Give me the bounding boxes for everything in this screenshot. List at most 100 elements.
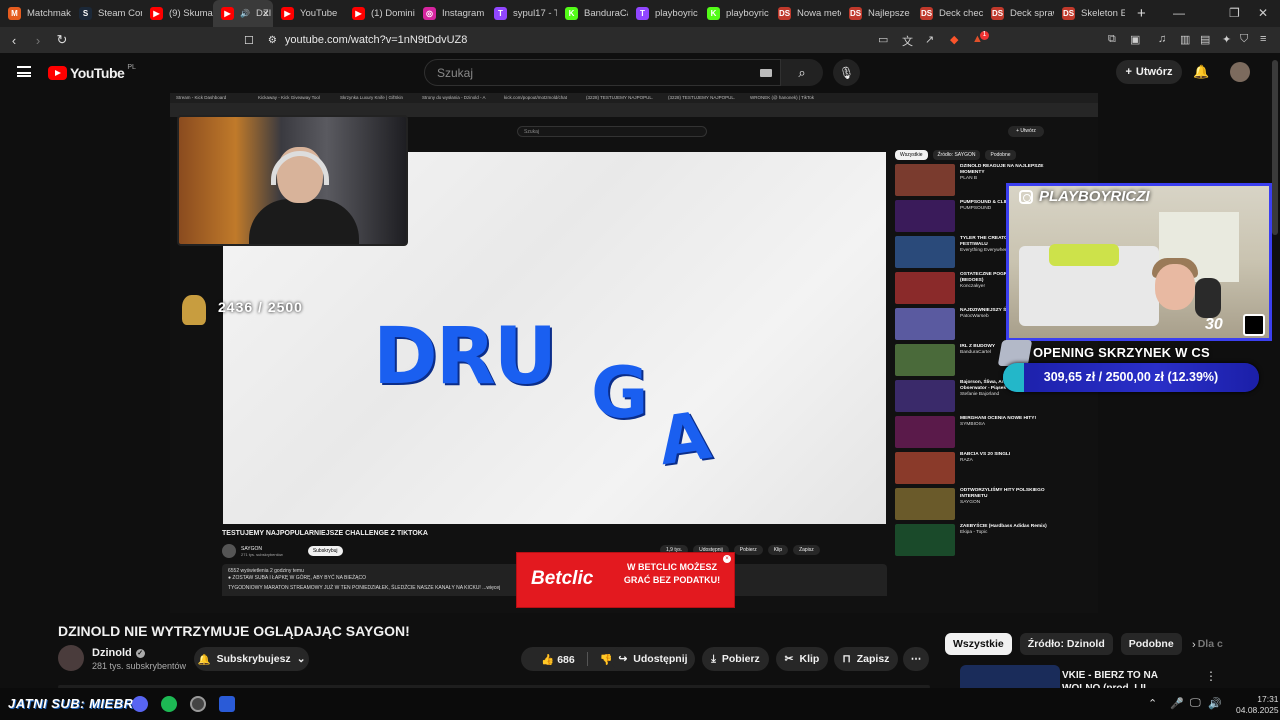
- browser-tab[interactable]: Kplayboyric: [699, 0, 770, 27]
- inner-rec-item: ZAEBYŚCIE (Hardbass Adidas Remix) Ekipa -…: [895, 524, 1095, 556]
- browser-tab[interactable]: ▶ (9) Skuma: [142, 0, 213, 27]
- youtube-logo[interactable]: YouTube PL: [48, 64, 136, 81]
- reload-icon[interactable]: ↻: [52, 32, 72, 48]
- sidebar-chip[interactable]: Wszystkie: [945, 633, 1012, 655]
- channel-avatar[interactable]: [58, 645, 84, 671]
- close-window-icon[interactable]: ✕: [1258, 6, 1268, 20]
- clip-button[interactable]: ✂ Klip: [776, 647, 828, 671]
- keyboard-icon[interactable]: [760, 69, 772, 77]
- video-player[interactable]: Stream - Kick Dashboard Kickaway - Kick G…: [170, 93, 1098, 613]
- account-avatar[interactable]: [1230, 62, 1250, 82]
- browser-tab[interactable]: DS Deck spraw: [983, 0, 1054, 27]
- brave-shield-icon[interactable]: ◆: [950, 33, 958, 46]
- minimize-icon[interactable]: —: [1173, 6, 1185, 20]
- ad-text: W BETCLIC MOŻESZ GRAĆ BEZ PODATKU!: [623, 562, 721, 585]
- betclic-ad-banner[interactable]: Betclic W BETCLIC MOŻESZ GRAĆ BEZ PODATK…: [516, 552, 735, 608]
- new-tab-button[interactable]: +: [1125, 5, 1158, 22]
- create-button[interactable]: + Utwórz: [1116, 60, 1182, 84]
- tab-favicon-icon: DS: [1062, 7, 1075, 20]
- search-input[interactable]: Szukaj: [424, 59, 781, 86]
- vpn-icon[interactable]: ⛉: [1240, 33, 1248, 46]
- discord-icon[interactable]: [132, 696, 148, 712]
- notifications-bell-icon[interactable]: 🔔: [1193, 64, 1209, 80]
- browser-tab[interactable]: S Steam Com: [71, 0, 142, 27]
- sidebar-chip[interactable]: Podobne: [1120, 633, 1182, 655]
- tray-chevron-icon[interactable]: ⌃: [1148, 697, 1157, 710]
- tab-label: BanduraCa: [584, 8, 628, 19]
- video-text-g: G: [591, 352, 649, 434]
- browser-tab[interactable]: DS Deck chec: [912, 0, 983, 27]
- browser-tab[interactable]: ▶ 🔊 DZI ×: [213, 0, 273, 27]
- save-button[interactable]: ⊓ Zapisz: [834, 647, 898, 671]
- hamburger-menu-icon[interactable]: [17, 66, 31, 77]
- tab-close-icon[interactable]: ×: [263, 8, 269, 20]
- app-icon[interactable]: [219, 696, 235, 712]
- tab-favicon-icon: S: [79, 7, 92, 20]
- next-video-menu-icon[interactable]: ⋮: [1205, 669, 1217, 683]
- browser-tab[interactable]: DS Skeleton E: [1054, 0, 1125, 27]
- download-button[interactable]: ⤓ Pobierz: [702, 647, 769, 671]
- subscribed-button[interactable]: 🔔 Subskrybujesz ⌄: [194, 647, 309, 671]
- inner-rec-meta: RAZA: [960, 458, 973, 463]
- extensions-icon[interactable]: ⧉: [1108, 33, 1116, 46]
- obs-icon[interactable]: [190, 696, 206, 712]
- inner-channel-subs: 271 tys. subskrybentów: [241, 551, 283, 557]
- share-icon[interactable]: ↗: [925, 33, 934, 46]
- address-bar[interactable]: ☐ ⚙ youtube.com/watch?v=1nN9tDdvUZ8: [244, 30, 1164, 50]
- site-info-icon[interactable]: ⚙: [268, 35, 277, 46]
- browser-tab[interactable]: ▶ (1) Domini: [344, 0, 415, 27]
- channel-name[interactable]: Dzinold ✓: [92, 647, 145, 659]
- clock[interactable]: 17:31 04.08.2025: [1236, 694, 1279, 716]
- browser-tab[interactable]: DS Najlepsze: [841, 0, 912, 27]
- sidebar-icon[interactable]: ▥: [1180, 33, 1190, 46]
- inner-rec-thumbnail: [895, 200, 955, 232]
- inner-rec-item: MERGHANI OCENIA NOWE HITY! SYMBIOSA: [895, 416, 1095, 448]
- spotify-icon[interactable]: [161, 696, 177, 712]
- goal-text: 309,65 zł / 2500,00 zł (12.39%): [1043, 370, 1219, 384]
- browser-tab[interactable]: M Matchmaki: [0, 0, 71, 27]
- browser-tab[interactable]: K BanduraCa: [557, 0, 628, 27]
- inner-rec-text: BABCIA VS 20 SINGLI RAZA: [960, 452, 1050, 484]
- sidebar-chip[interactable]: Źródło: Dzinold: [1019, 633, 1113, 655]
- inner-rec-thumbnail: [895, 344, 955, 376]
- browser-tab[interactable]: ◎ Instagram: [415, 0, 486, 27]
- browser-tab[interactable]: ▶ YouTube: [273, 0, 344, 27]
- bell-icon: 🔔: [197, 653, 211, 666]
- search-button[interactable]: ⌕: [781, 59, 823, 86]
- leo-icon[interactable]: ✦: [1222, 33, 1231, 46]
- page-scrollbar[interactable]: [1272, 60, 1278, 235]
- audio-icon[interactable]: 🔊: [240, 9, 250, 18]
- inner-tab: (3228) TESTUJEMY NAJPOPUL.: [586, 95, 654, 100]
- browser-tab[interactable]: DS Nowa mete: [770, 0, 841, 27]
- inner-rec-meta: Stefanie Bajorland: [960, 392, 1000, 397]
- inner-rec-meta: Konczakyer: [960, 284, 986, 289]
- cam-number: 30: [1205, 316, 1223, 333]
- inner-tab: (3228) TESTUJEMY NAJPOPUL.: [668, 95, 736, 100]
- like-button[interactable]: 👍 686: [541, 653, 575, 666]
- ad-close-icon[interactable]: ×: [723, 555, 731, 563]
- share-button[interactable]: ↪ Udostępnij: [611, 647, 695, 671]
- media-icon[interactable]: ♫: [1158, 33, 1166, 45]
- chevron-right-icon[interactable]: ›: [1192, 639, 1196, 651]
- translate-icon[interactable]: 文: [902, 33, 913, 49]
- maximize-icon[interactable]: ❐: [1229, 6, 1240, 20]
- browser-tab[interactable]: Tplayboyric: [628, 0, 699, 27]
- download-icon: ⤓: [711, 652, 716, 665]
- forward-icon[interactable]: ›: [28, 33, 48, 48]
- wallet-icon[interactable]: ▤: [1200, 33, 1210, 46]
- screenshot-icon[interactable]: ▣: [1130, 33, 1140, 46]
- inner-rec-thumbnail: [895, 416, 955, 448]
- inner-tab: Kickaway - Kick Giveaway Tool: [258, 95, 320, 100]
- tab-favicon-icon: DS: [991, 7, 1004, 20]
- bookmark-icon[interactable]: ☐: [244, 34, 254, 47]
- voice-search-button[interactable]: 🎙: [833, 59, 860, 86]
- mic-tray-icon[interactable]: 🎤: [1170, 697, 1184, 710]
- more-actions-button[interactable]: ⋯: [903, 647, 929, 671]
- tab-label: Instagram: [442, 8, 485, 19]
- back-icon[interactable]: ‹: [4, 33, 24, 48]
- browser-tab[interactable]: Tsypul17 - T: [486, 0, 557, 27]
- volume-icon[interactable]: 🔊: [1208, 697, 1222, 710]
- menu-icon[interactable]: ≡: [1260, 33, 1266, 45]
- network-icon[interactable]: 🖵: [1190, 697, 1201, 710]
- cast-icon[interactable]: ▭: [878, 33, 888, 46]
